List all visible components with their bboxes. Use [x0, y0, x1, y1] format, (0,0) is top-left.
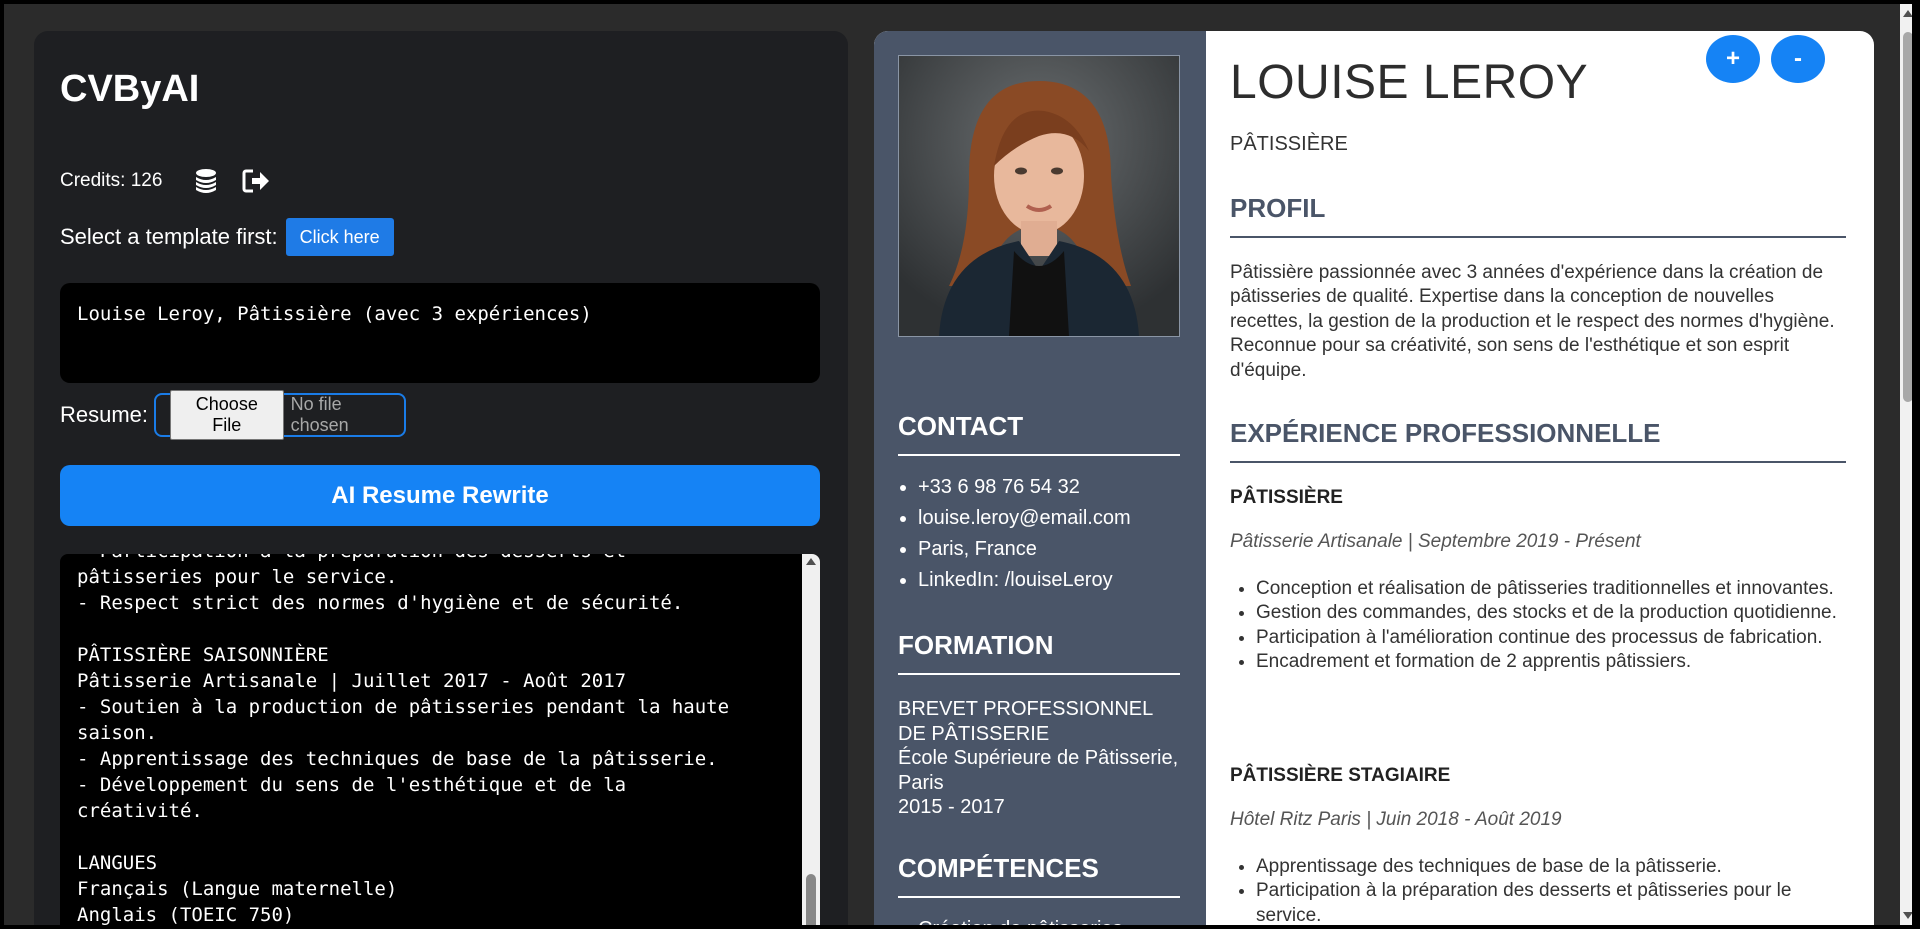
experience-title: PÂTISSIÈRE STAGIAIRE [1230, 765, 1451, 786]
experience-item: Conception et réalisation de pâtisseries… [1256, 577, 1846, 601]
contact-location: Paris, France [918, 534, 1180, 565]
skills-section: COMPÉTENCES Création de pâtisseries [898, 853, 1180, 925]
skills-heading: COMPÉTENCES [898, 853, 1180, 898]
output-text: - Participation à la préparation des des… [77, 554, 730, 925]
experience-item: Participation à l'amélioration continue … [1256, 626, 1846, 650]
scroll-down-icon[interactable] [1903, 912, 1912, 919]
template-prompt: Select a template first: [60, 224, 278, 249]
experience-entry: PÂTISSIÈRE Pâtisserie Artisanale | Septe… [1230, 487, 1846, 675]
experience-item: Encadrement et formation de 2 apprentis … [1256, 650, 1846, 674]
contact-phone: +33 6 98 76 54 32 [918, 472, 1180, 503]
experience-list: Conception et réalisation de pâtisseries… [1230, 577, 1846, 675]
contact-list: +33 6 98 76 54 32 louise.leroy@email.com… [898, 472, 1180, 596]
file-status: No file chosen [290, 394, 349, 435]
experience-company: Hôtel Ritz Paris | Juin 2018 - Août 2019 [1230, 809, 1562, 830]
scroll-up-icon[interactable] [806, 558, 816, 565]
resume-sidebar: CONTACT +33 6 98 76 54 32 louise.leroy@e… [874, 31, 1206, 925]
scrollbar-thumb[interactable] [806, 874, 816, 925]
experience-item: Apprentissage des techniques de base de … [1256, 855, 1846, 879]
formation-school: École Supérieure de Pâtisserie, Paris [898, 747, 1179, 794]
profile-heading: PROFIL [1230, 193, 1846, 238]
ai-rewrite-button[interactable]: AI Resume Rewrite [60, 465, 820, 526]
experience-heading: EXPÉRIENCE PROFESSIONNELLE [1230, 418, 1846, 463]
app-window: CVByAI Credits: 126 Select a template fi… [4, 4, 1912, 925]
output-scrollbar[interactable] [802, 554, 820, 925]
page-scrollbar[interactable] [1900, 4, 1912, 925]
experience-list: Apprentissage des techniques de base de … [1230, 855, 1846, 925]
contact-linkedin: LinkedIn: /louiseLeroy [918, 565, 1180, 596]
credits-row: Credits: 126 [60, 166, 272, 196]
skill-item: Création de pâtisseries [918, 914, 1180, 925]
experience-item: Participation à la préparation des desse… [1256, 879, 1846, 925]
select-template-button[interactable]: Click here [285, 218, 394, 256]
app-title: CVByAI [60, 68, 200, 110]
formation-heading: FORMATION [898, 630, 1180, 675]
resume-upload-row: Resume: Choose File No file chosen [60, 390, 407, 440]
editor-panel: CVByAI Credits: 126 Select a template fi… [34, 31, 848, 925]
candidate-title: PÂTISSIÈRE [1230, 133, 1348, 155]
zoom-out-button[interactable]: - [1771, 35, 1825, 83]
contact-heading: CONTACT [898, 411, 1180, 456]
candidate-name: LOUISE LEROY [1230, 56, 1589, 109]
coins-icon[interactable] [190, 166, 222, 196]
contact-email: louise.leroy@email.com [918, 503, 1180, 534]
profile-photo [898, 55, 1180, 337]
prompt-input[interactable]: Louise Leroy, Pâtissière (avec 3 expérie… [60, 283, 820, 383]
resume-preview: CONTACT +33 6 98 76 54 32 louise.leroy@e… [874, 31, 1874, 925]
formation-years: 2015 - 2017 [898, 796, 1005, 818]
credits-label: Credits: 126 [60, 170, 163, 191]
formation-section: FORMATION BREVET PROFESSIONNEL DE PÂTISS… [898, 630, 1180, 820]
formation-entry: BREVET PROFESSIONNEL DE PÂTISSERIE École… [898, 697, 1180, 820]
zoom-in-button[interactable]: + [1706, 35, 1760, 83]
logout-icon[interactable] [240, 166, 272, 196]
template-row: Select a template first: Click here [60, 217, 394, 257]
skills-list: Création de pâtisseries [898, 914, 1180, 925]
experience-company: Pâtisserie Artisanale | Septembre 2019 -… [1230, 531, 1641, 552]
scrollbar-thumb[interactable] [1903, 32, 1912, 402]
output-textarea[interactable]: - Participation à la préparation des des… [60, 554, 820, 925]
choose-file-button[interactable]: Choose File [170, 390, 284, 440]
contact-section: CONTACT +33 6 98 76 54 32 louise.leroy@e… [898, 411, 1180, 596]
profile-text: Pâtissière passionnée avec 3 années d'ex… [1230, 262, 1835, 381]
resume-label: Resume: [60, 402, 149, 427]
scroll-up-icon[interactable] [1903, 10, 1912, 17]
experience-entry: PÂTISSIÈRE STAGIAIRE Hôtel Ritz Paris | … [1230, 765, 1846, 925]
formation-degree: BREVET PROFESSIONNEL DE PÂTISSERIE [898, 698, 1153, 745]
experience-title: PÂTISSIÈRE [1230, 487, 1343, 508]
experience-item: Gestion des commandes, des stocks et de … [1256, 601, 1846, 625]
resume-file-input[interactable]: Choose File No file chosen [154, 390, 407, 440]
